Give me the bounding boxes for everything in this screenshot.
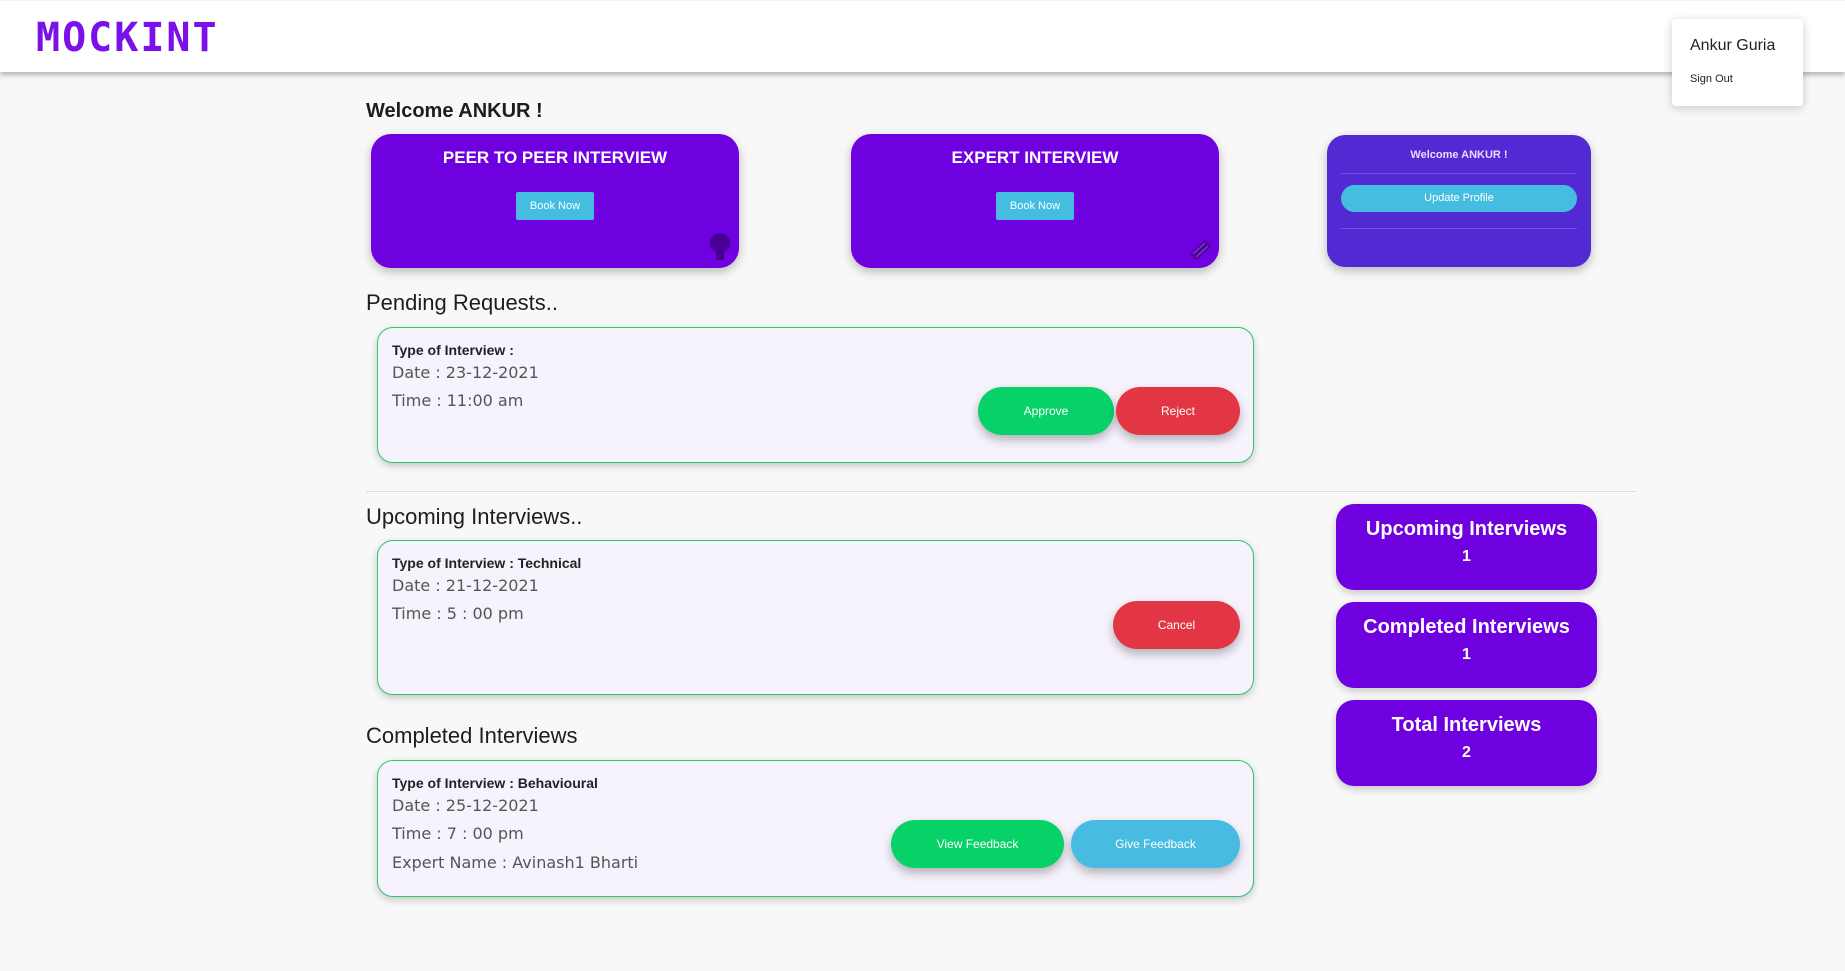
interview-time: Time : 11:00 am — [392, 391, 524, 410]
pending-request-card: Type of Interview : Date : 23-12-2021 Ti… — [377, 327, 1254, 463]
user-name: Ankur Guria — [1690, 37, 1776, 54]
approve-button[interactable]: Approve — [978, 387, 1114, 435]
interview-time: Time : 7 : 00 pm — [392, 824, 524, 843]
upcoming-interview-card: Type of Interview : Technical Date : 21-… — [377, 540, 1254, 695]
stat-label: Completed Interviews — [1363, 616, 1570, 638]
clipboard-icon — [1190, 240, 1211, 260]
peer-interview-card: PEER TO PEER INTERVIEW Book Now — [371, 134, 739, 268]
completed-interviews-heading: Completed Interviews — [366, 723, 578, 748]
profile-divider-bottom — [1341, 228, 1577, 229]
top-navbar: MOCKINT — [0, 1, 1845, 72]
profile-greeting: Welcome ANKUR ! — [1410, 149, 1508, 161]
stat-value: 1 — [1462, 646, 1471, 663]
interview-date: Date : 23-12-2021 — [392, 363, 539, 382]
lightbulb-icon — [710, 233, 730, 260]
stat-value: 1 — [1462, 548, 1471, 565]
interview-type: Type of Interview : Technical — [392, 555, 582, 571]
sign-out-link[interactable]: Sign Out — [1690, 73, 1733, 85]
expert-name: Expert Name : Avinash1 Bharti — [392, 853, 639, 872]
update-profile-button[interactable]: Update Profile — [1341, 185, 1577, 212]
stat-total-card: Total Interviews 2 — [1336, 700, 1597, 786]
view-feedback-button[interactable]: View Feedback — [891, 820, 1064, 868]
cancel-button[interactable]: Cancel — [1113, 601, 1240, 649]
peer-interview-title: PEER TO PEER INTERVIEW — [442, 148, 668, 167]
give-feedback-button[interactable]: Give Feedback — [1071, 820, 1240, 868]
section-divider — [366, 491, 1636, 492]
welcome-heading: Welcome ANKUR ! — [366, 100, 543, 122]
upcoming-interviews-heading: Upcoming Interviews.. — [366, 504, 583, 529]
stat-label: Total Interviews — [1391, 714, 1542, 736]
interview-time: Time : 5 : 00 pm — [392, 604, 524, 623]
interview-type: Type of Interview : — [392, 342, 514, 358]
stat-value: 2 — [1462, 744, 1471, 761]
peer-book-now-button[interactable]: Book Now — [516, 192, 594, 220]
user-dropdown-menu: Ankur Guria Sign Out — [1672, 19, 1803, 106]
profile-card: Welcome ANKUR ! Update Profile — [1327, 135, 1591, 267]
interview-date: Date : 21-12-2021 — [392, 576, 539, 595]
stat-upcoming-card: Upcoming Interviews 1 — [1336, 504, 1597, 590]
expert-interview-card: EXPERT INTERVIEW Book Now — [851, 134, 1219, 268]
expert-book-now-button[interactable]: Book Now — [996, 192, 1074, 220]
reject-button[interactable]: Reject — [1116, 387, 1240, 435]
mockint-logo[interactable]: MOCKINT — [36, 16, 219, 60]
stat-label: Upcoming Interviews — [1365, 518, 1568, 540]
completed-interview-card: Type of Interview : Behavioural Date : 2… — [377, 760, 1254, 897]
interview-type: Type of Interview : Behavioural — [392, 775, 598, 791]
pending-requests-heading: Pending Requests.. — [366, 290, 559, 315]
stat-completed-card: Completed Interviews 1 — [1336, 602, 1597, 688]
expert-interview-title: EXPERT INTERVIEW — [951, 148, 1119, 167]
interview-date: Date : 25-12-2021 — [392, 796, 539, 815]
profile-divider — [1341, 173, 1577, 174]
